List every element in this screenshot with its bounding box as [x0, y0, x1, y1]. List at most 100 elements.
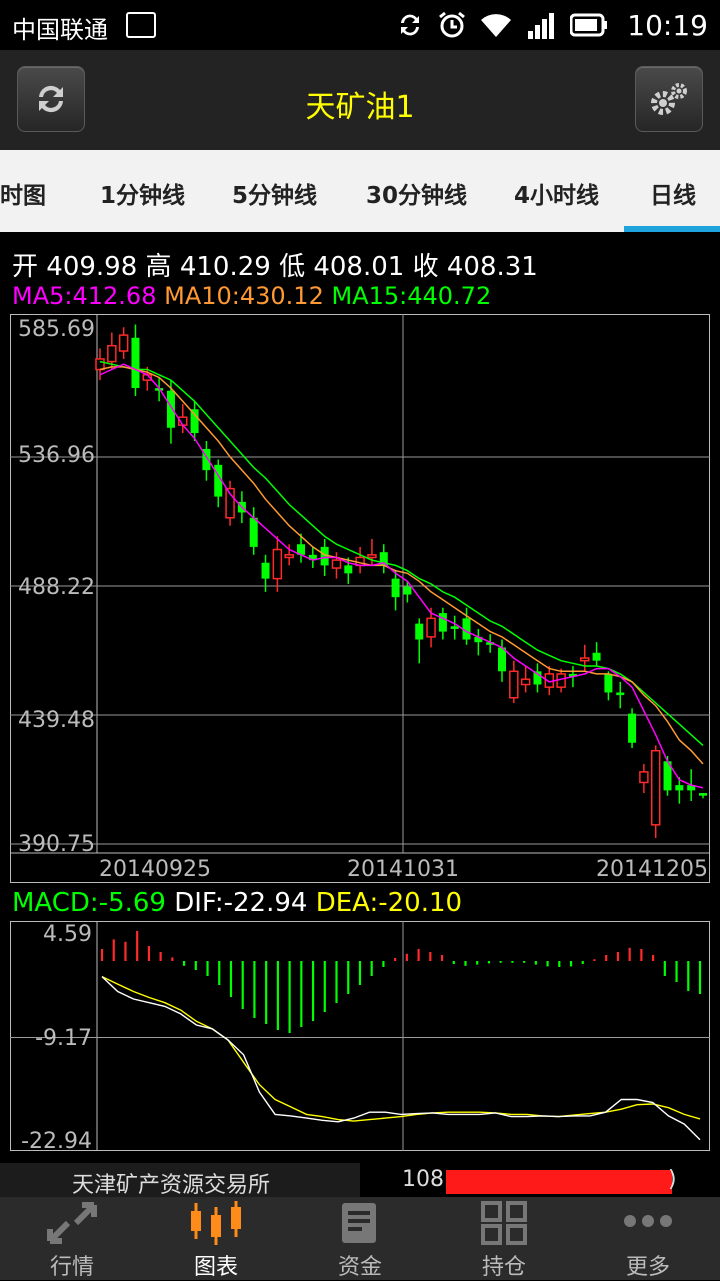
clock: 10:19 — [627, 9, 708, 42]
ohlc-readout: 开 409.98 高 410.29 低 408.01 收 408.31 — [12, 246, 538, 283]
nav-market[interactable]: 行情 — [0, 1197, 144, 1280]
price-tick-label: 536.96 — [18, 443, 95, 468]
kline-chart[interactable]: 585.69 536.96 488.22 439.48 390.7520140925 20… — [10, 314, 710, 883]
redacted-bar — [446, 1170, 672, 1194]
nav-label: 持仓 — [481, 1255, 526, 1280]
tab-5min[interactable]: 5分钟线 — [232, 176, 317, 210]
open-value: 409.98 — [46, 252, 138, 282]
candle-body — [261, 562, 270, 579]
candlestick-chart-icon — [191, 1201, 241, 1245]
close-value: 408.31 — [446, 252, 538, 282]
tab-1min[interactable]: 1分钟线 — [100, 176, 185, 210]
candle-body — [391, 578, 400, 598]
dif-value: DIF:-22.94 — [174, 888, 308, 918]
price-tick-label: 585.69 — [18, 317, 95, 342]
candle-body — [426, 617, 436, 638]
symbol-code-suffix: ) — [668, 1167, 677, 1192]
candle-body — [650, 749, 661, 826]
nav-label: 更多 — [625, 1255, 670, 1280]
tab-daily[interactable]: 日线 — [650, 176, 696, 210]
macd-tick-label: -9.17 — [35, 1026, 92, 1051]
dea-value: DEA:-20.10 — [315, 888, 463, 918]
nav-label: 资金 — [337, 1255, 382, 1280]
candle-body — [616, 692, 625, 696]
wifi-icon — [481, 14, 511, 37]
active-tab-indicator — [624, 226, 720, 232]
candle-body — [520, 678, 531, 686]
high-label: 高 — [145, 252, 172, 282]
status-bar: 中国联通 10:19 — [0, 0, 720, 50]
symbol-code: 108 — [402, 1167, 444, 1192]
candle-body — [107, 344, 117, 363]
candle-body — [592, 652, 601, 661]
candle-body — [272, 548, 283, 580]
nav-more[interactable]: 更多 — [576, 1197, 720, 1280]
ma10-value: MA10:430.12 — [164, 282, 324, 310]
candle-body — [249, 517, 258, 547]
candle-body — [628, 713, 637, 743]
ma-readout: MA5:412.68 MA10:430.12 MA15:440.72 — [12, 282, 491, 310]
candle-body — [699, 793, 707, 796]
low-label: 低 — [279, 252, 306, 282]
close-label: 收 — [412, 252, 439, 282]
battery-icon — [570, 13, 607, 37]
candle — [650, 745, 661, 839]
image-notification-icon — [126, 12, 156, 38]
settings-gear-icon — [651, 83, 687, 115]
more-dots-icon — [624, 1215, 672, 1227]
symbol-strip: 天津矿产资源交易所 108 ) — [0, 1163, 720, 1198]
candle-body — [580, 657, 590, 662]
tab-30min[interactable]: 30分钟线 — [366, 176, 467, 210]
positions-grid-icon — [481, 1201, 527, 1245]
date-tick-label: 20141205 — [596, 857, 708, 882]
macd-chart[interactable]: 4.59 -9.17 -22.94 — [10, 921, 710, 1151]
nav-chart[interactable]: 图表 — [144, 1197, 288, 1280]
period-tabs: 时图 1分钟线 5分钟线 30分钟线 4小时线 日线 — [0, 150, 720, 232]
candle-body — [675, 785, 684, 791]
candle-body — [367, 554, 377, 559]
candle-body — [450, 626, 459, 629]
candle-body — [509, 670, 519, 699]
date-tick-label: 20140925 — [99, 857, 211, 882]
alarm-icon — [439, 11, 465, 38]
ma15-value: MA15:440.72 — [331, 282, 492, 310]
macd-value: MACD:-5.69 — [12, 888, 166, 918]
candle-body — [284, 554, 294, 559]
candle-body — [166, 390, 175, 428]
candle-body — [604, 673, 613, 693]
high-value: 410.29 — [179, 252, 271, 282]
funds-book-icon — [342, 1203, 376, 1243]
ma5-value: MA5:412.68 — [12, 282, 157, 310]
candle-body — [95, 358, 105, 371]
candle-body — [131, 337, 140, 389]
bottom-nav: 行情 图表 资金 持仓 更多 — [0, 1197, 720, 1280]
title-bar: 天矿油1 — [0, 50, 720, 150]
macd-tick-label: 4.59 — [43, 922, 92, 947]
candle-body — [403, 586, 412, 595]
date-tick-label: 20141031 — [347, 857, 459, 882]
market-arrows-icon — [47, 1202, 97, 1244]
low-value: 408.01 — [313, 252, 405, 282]
chart-frame — [10, 314, 710, 883]
candle-body — [190, 409, 199, 434]
price-tick-label: 439.48 — [18, 708, 95, 733]
status-icons — [396, 11, 608, 39]
candle-body — [498, 647, 506, 672]
candle-body — [415, 623, 424, 640]
candle-body — [331, 559, 342, 569]
nav-positions[interactable]: 持仓 — [432, 1197, 576, 1280]
macd-tick-label: -22.94 — [21, 1129, 92, 1151]
tab-4hour[interactable]: 4小时线 — [514, 176, 599, 210]
candle-body — [639, 771, 649, 784]
candle-body — [438, 613, 447, 632]
signal-icon — [528, 13, 554, 39]
exchange-name: 天津矿产资源交易所 — [72, 1173, 271, 1198]
settings-button[interactable] — [635, 66, 703, 132]
candle — [628, 708, 637, 749]
nav-funds[interactable]: 资金 — [288, 1197, 432, 1280]
macd-readout: MACD:-5.69 DIF:-22.94 DEA:-20.10 — [12, 888, 462, 918]
tab-timeshare[interactable]: 时图 — [0, 176, 46, 210]
price-tick-label: 390.75 — [18, 832, 95, 857]
carrier-name: 中国联通 — [12, 16, 108, 44]
candle-body — [344, 565, 353, 574]
